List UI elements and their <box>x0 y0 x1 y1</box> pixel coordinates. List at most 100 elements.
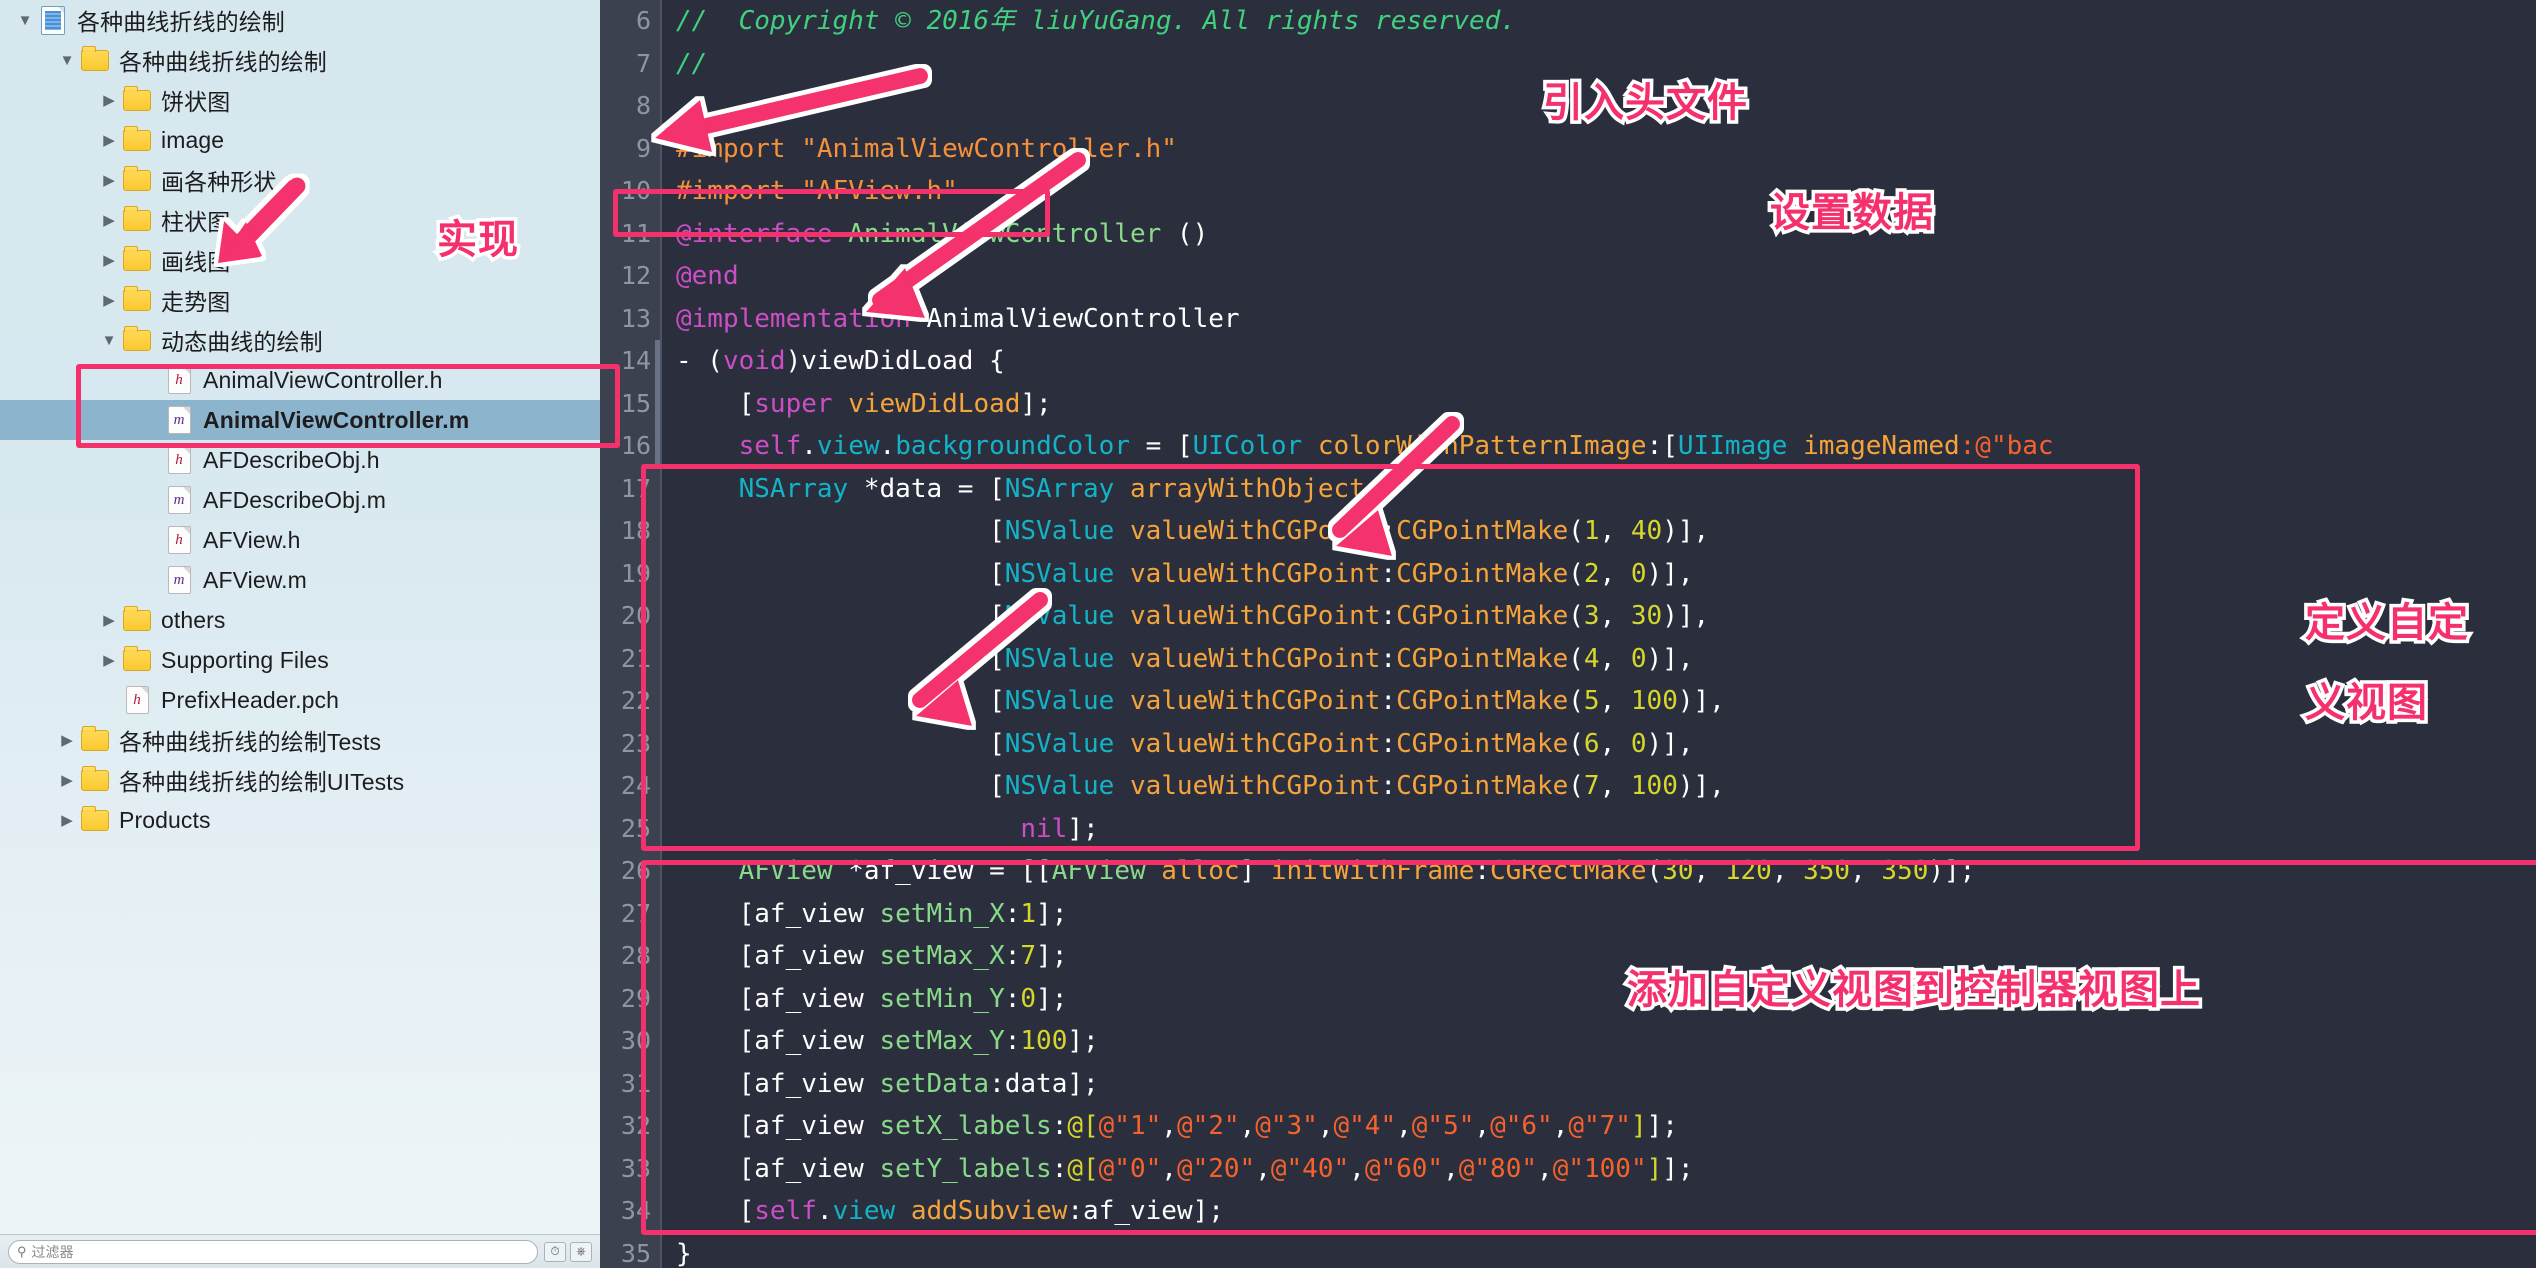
code-editor[interactable]: // Copyright © 2016年 liuYuGang. All righ… <box>662 0 2536 1268</box>
code-token: setMax_X <box>879 941 1005 971</box>
code-line[interactable]: [NSValue valueWithCGPoint:CGPointMake(6,… <box>662 723 2536 766</box>
code-token: *data = [ <box>848 473 1005 504</box>
code-token: :af_view]; <box>1067 1196 1224 1226</box>
code-line[interactable]: [NSValue valueWithCGPoint:CGPointMake(4,… <box>662 638 2536 681</box>
code-line[interactable]: [af_view setX_labels:@[@"1",@"2",@"3",@"… <box>662 1105 2536 1148</box>
line-number: 23 <box>620 728 651 758</box>
disclosure-closed-icon[interactable]: ▶ <box>96 173 122 188</box>
disclosure-open-icon[interactable]: ▼ <box>54 53 80 68</box>
code-text[interactable]: // Copyright © 2016年 liuYuGang. All righ… <box>662 0 2536 1268</box>
code-line[interactable]: [NSValue valueWithCGPoint:CGPointMake(3,… <box>662 595 2536 638</box>
code-line[interactable]: } <box>662 1233 2536 1268</box>
disclosure-open-icon[interactable]: ▼ <box>96 333 122 348</box>
code-line[interactable]: [af_view setY_labels:@[@"0",@"20",@"40",… <box>662 1148 2536 1191</box>
code-token: 6 <box>1583 728 1600 759</box>
code-token: [ <box>676 601 1005 631</box>
disclosure-closed-icon[interactable]: ▶ <box>54 813 80 828</box>
code-line[interactable]: [self.view addSubview:af_view]; <box>662 1190 2536 1233</box>
code-line[interactable]: AFView *af_view = [[AFView alloc] initWi… <box>662 850 2536 893</box>
code-line[interactable]: #import "AFView.h" <box>662 170 2536 213</box>
navigator-row-label: AFView.h <box>203 526 301 553</box>
disclosure-closed-icon[interactable]: ▶ <box>96 653 122 668</box>
gutter-change-marker <box>655 340 662 468</box>
code-token: backgroundColor <box>895 431 1130 461</box>
code-token: . <box>816 1196 833 1226</box>
code-line[interactable]: [af_view setMin_X:1]; <box>662 893 2536 936</box>
project-navigator[interactable]: ▼ 各种曲线折线的绘制 ▼ 各种曲线折线的绘制 ▶ 饼状图 ▶ image ▶ 画各种形状 ▶ 柱状图… <box>0 0 600 1268</box>
code-line[interactable]: - (void)viewDidLoad { <box>662 340 2536 383</box>
code-token: : <box>1380 601 1397 631</box>
navigator-row-label: 各种曲线折线的绘制UITests <box>119 769 405 795</box>
navigator-row-8[interactable]: ▼ 动态曲线的绘制 <box>0 320 600 360</box>
navigator-row-20[interactable]: ▶ Products <box>0 800 600 840</box>
code-line[interactable]: @implementation AnimalViewController <box>662 298 2536 341</box>
code-line[interactable]: [NSValue valueWithCGPoint:CGPointMake(7,… <box>662 765 2536 808</box>
navigator-row-5[interactable]: ▶ 柱状图 <box>0 200 600 240</box>
code-line[interactable]: // <box>662 43 2536 86</box>
line-number: 35 <box>620 1238 651 1268</box>
code-token: : <box>1004 941 1021 971</box>
code-line[interactable]: [super viewDidLoad]; <box>662 383 2536 426</box>
navigator-row-3[interactable]: ▶ image <box>0 120 600 160</box>
code-token: CGRectMake <box>1490 856 1647 886</box>
disclosure-closed-icon[interactable]: ▶ <box>96 253 122 268</box>
navigator-filter-bar[interactable]: ⚲ 过滤器 ⏱ ⎈ <box>0 1234 600 1268</box>
disclosure-closed-icon[interactable]: ▶ <box>96 133 122 148</box>
code-line[interactable]: // Copyright © 2016年 liuYuGang. All righ… <box>662 0 2536 43</box>
navigator-row-15[interactable]: ▶ others <box>0 600 600 640</box>
navigator-row-11[interactable]: h AFDescribeObj.h <box>0 440 600 480</box>
code-line[interactable]: [af_view setData:data]; <box>662 1063 2536 1106</box>
navigator-row-4[interactable]: ▶ 画各种形状 <box>0 160 600 200</box>
code-line[interactable]: #import "AnimalViewController.h" <box>662 128 2536 171</box>
disclosure-closed-icon[interactable]: ▶ <box>96 213 122 228</box>
navigator-row-18[interactable]: ▶ 各种曲线折线的绘制Tests <box>0 720 600 760</box>
navigator-row-7[interactable]: ▶ 走势图 <box>0 280 600 320</box>
disclosure-closed-icon[interactable]: ▶ <box>54 773 80 788</box>
code-line[interactable]: [af_view setMax_X:7]; <box>662 935 2536 978</box>
folder-icon <box>122 285 152 311</box>
navigator-row-9[interactable]: h AnimalViewController.h <box>0 360 600 400</box>
code-token: 350 <box>1803 856 1851 886</box>
code-line[interactable]: [NSValue valueWithCGPoint:CGPointMake(5,… <box>662 680 2536 723</box>
code-token: 1 <box>1020 898 1037 929</box>
disclosure-closed-icon[interactable]: ▶ <box>96 93 122 108</box>
navigator-row-label: 各种曲线折线的绘制 <box>119 49 327 75</box>
navigator-row-1[interactable]: ▼ 各种曲线折线的绘制 <box>0 40 600 80</box>
navigator-row-13[interactable]: h AFView.h <box>0 520 600 560</box>
code-line[interactable]: @end <box>662 255 2536 298</box>
code-token: setData <box>879 1068 990 1099</box>
navigator-row-0[interactable]: ▼ 各种曲线折线的绘制 <box>0 0 600 40</box>
code-token: [af_view <box>676 898 880 929</box>
source-control-filter-icon[interactable]: ⎈ <box>570 1241 592 1262</box>
disclosure-closed-icon[interactable]: ▶ <box>96 613 122 628</box>
filter-toggle-group[interactable]: ⏱ ⎈ <box>544 1241 592 1262</box>
navigator-row-19[interactable]: ▶ 各种曲线折线的绘制UITests <box>0 760 600 800</box>
code-line[interactable] <box>662 85 2536 128</box>
code-token: ( <box>1568 558 1584 589</box>
recent-files-filter-icon[interactable]: ⏱ <box>544 1241 566 1262</box>
disclosure-closed-icon[interactable]: ▶ <box>54 733 80 748</box>
line-number: 26 <box>620 856 651 885</box>
code-token: [af_view <box>676 941 880 971</box>
code-line[interactable]: [af_view setMax_Y:100]; <box>662 1020 2536 1063</box>
filter-input[interactable]: ⚲ 过滤器 <box>8 1239 538 1264</box>
code-line[interactable]: [NSValue valueWithCGPoint:CGPointMake(2,… <box>662 553 2536 596</box>
navigator-row-16[interactable]: ▶ Supporting Files <box>0 640 600 680</box>
navigator-row-14[interactable]: m AFView.m <box>0 560 600 600</box>
disclosure-closed-icon[interactable]: ▶ <box>96 293 122 308</box>
code-line[interactable]: self.view.backgroundColor = [UIColor col… <box>662 425 2536 468</box>
project-navigator-list[interactable]: ▼ 各种曲线折线的绘制 ▼ 各种曲线折线的绘制 ▶ 饼状图 ▶ image ▶ 画各种形状 ▶ 柱状图… <box>0 0 600 840</box>
disclosure-open-icon[interactable]: ▼ <box>12 13 38 28</box>
code-line[interactable]: NSArray *data = [NSArray arrayWithObject… <box>662 468 2536 511</box>
code-line[interactable]: nil]; <box>662 808 2536 851</box>
code-line[interactable]: [NSValue valueWithCGPoint:CGPointMake(1,… <box>662 510 2536 553</box>
code-token: 3 <box>1583 601 1600 631</box>
code-line[interactable]: [af_view setMin_Y:0]; <box>662 978 2536 1021</box>
navigator-row-17[interactable]: h PrefixHeader.pch <box>0 680 600 720</box>
folder-icon <box>80 765 110 791</box>
navigator-row-10[interactable]: m AnimalViewController.m <box>0 400 600 440</box>
code-line[interactable]: @interface AnimalViewController () <box>662 213 2536 256</box>
navigator-row-2[interactable]: ▶ 饼状图 <box>0 80 600 120</box>
navigator-row-12[interactable]: m AFDescribeObj.m <box>0 480 600 520</box>
navigator-row-6[interactable]: ▶ 画线图 <box>0 240 600 280</box>
